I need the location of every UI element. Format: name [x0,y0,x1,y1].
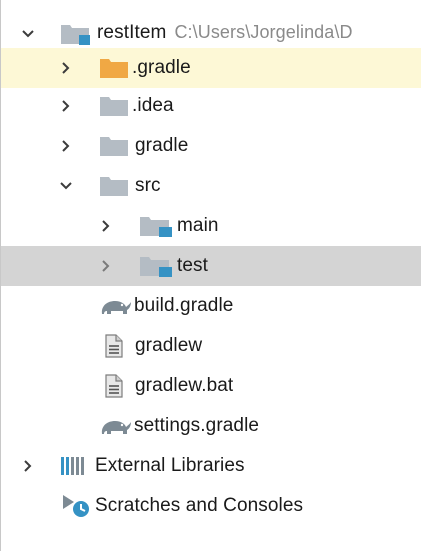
tree-row-settings-gradle[interactable]: settings.gradle [1,406,421,446]
folder-icon [99,135,129,157]
root-label: restItem C:\Users\Jorgelinda\D [97,22,353,43]
item-label: gradle [135,135,189,156]
chevron-down-icon[interactable] [59,179,73,193]
tree-row-idea[interactable]: .idea [1,86,421,126]
scratches-icon [61,493,93,519]
chevron-right-icon[interactable] [99,259,113,273]
item-label: External Libraries [95,455,245,476]
project-tree: restItem C:\Users\Jorgelinda\D .gradle .i… [0,0,421,551]
tree-row-build-gradle[interactable]: build.gradle [1,286,421,326]
item-label: src [135,175,161,196]
chevron-right-icon[interactable] [59,139,73,153]
tree-row-src[interactable]: src [1,166,421,206]
chevron-right-icon[interactable] [21,459,35,473]
tree-row-gradlew[interactable]: gradlew [1,326,421,366]
excluded-folder-icon [99,57,129,79]
item-label: gradlew [135,335,203,356]
gradle-elephant-icon [99,296,133,316]
folder-icon [99,175,129,197]
item-label: Scratches and Consoles [95,495,304,516]
tree-row-test[interactable]: test [1,246,421,286]
tree-row-dot-gradle[interactable]: .gradle [1,48,421,88]
text-file-icon [105,334,123,358]
tree-row-external-libraries[interactable]: External Libraries [1,446,421,486]
item-label: test [177,255,209,276]
module-folder-icon [59,22,91,46]
root-path: C:\Users\Jorgelinda\D [174,22,353,42]
tree-row-gradle[interactable]: gradle [1,126,421,166]
chevron-right-icon[interactable] [59,99,73,113]
item-label: gradlew.bat [135,375,234,396]
chevron-right-icon[interactable] [99,219,113,233]
item-label: build.gradle [134,295,234,316]
tree-row-main[interactable]: main [1,206,421,246]
item-label: main [177,215,219,236]
item-label: .gradle [132,57,191,78]
libraries-icon [59,455,93,477]
chevron-down-icon[interactable] [21,27,35,41]
item-label: settings.gradle [134,415,260,436]
chevron-right-icon[interactable] [59,61,73,75]
gradle-elephant-icon [99,416,133,436]
folder-icon [99,95,129,117]
tree-row-scratches[interactable]: Scratches and Consoles [1,486,421,526]
tree-row-gradlew-bat[interactable]: gradlew.bat [1,366,421,406]
source-folder-icon [139,214,173,238]
test-folder-icon [139,254,173,278]
text-file-icon [105,374,123,398]
item-label: .idea [132,95,174,116]
